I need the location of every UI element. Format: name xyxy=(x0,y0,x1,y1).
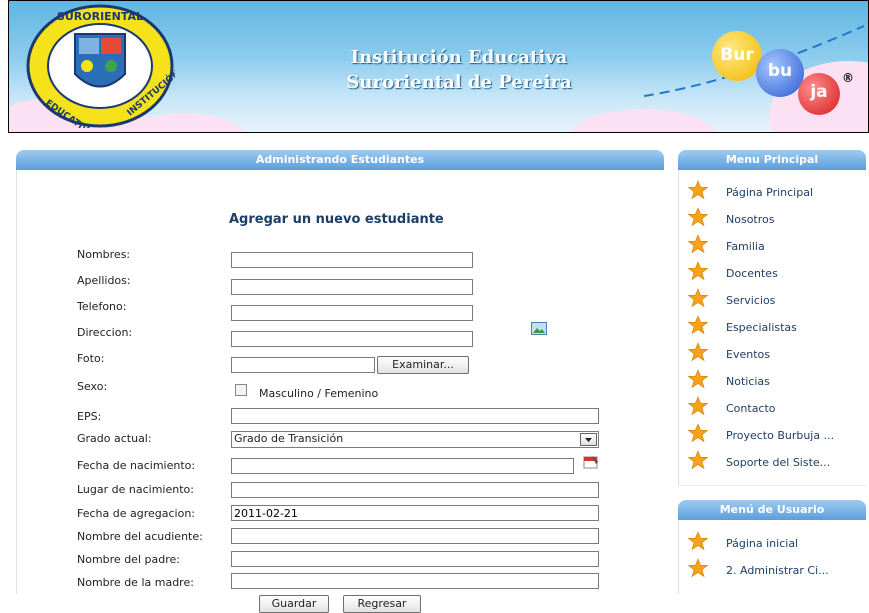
label-madre: Nombre de la madre: xyxy=(77,576,194,589)
foto-file-input[interactable] xyxy=(231,357,375,373)
menu-item-label: Soporte del Siste... xyxy=(726,456,831,469)
menu-item-soporte[interactable]: Soporte del Siste... xyxy=(679,449,866,476)
regresar-button[interactable]: Regresar xyxy=(343,595,421,613)
acudiente-input[interactable] xyxy=(231,528,599,544)
user-menu-item-administrar[interactable]: 2. Administrar Ci... xyxy=(679,557,866,584)
star-icon xyxy=(687,558,709,578)
fecha-nacimiento-input[interactable] xyxy=(231,458,574,474)
logo-text-top: SURORIENTAL xyxy=(57,10,143,23)
menu-item-nosotros[interactable]: Nosotros xyxy=(679,206,866,233)
brand-bubble-red: ja xyxy=(798,73,840,115)
menu-item-label: Página inicial xyxy=(726,537,799,550)
main-panel: Administrando Estudiantes Agregar un nue… xyxy=(16,150,664,613)
apellidos-input[interactable] xyxy=(231,279,473,295)
eps-input[interactable] xyxy=(231,408,599,424)
star-icon xyxy=(687,261,709,281)
menu-item-label: Noticias xyxy=(726,375,770,388)
star-icon xyxy=(687,369,709,389)
star-icon xyxy=(687,423,709,443)
user-menu-list: Página inicial 2. Administrar Ci... xyxy=(678,520,866,594)
lugar-nacimiento-input[interactable] xyxy=(231,482,599,498)
label-direccion: Direccion: xyxy=(77,326,133,339)
star-icon xyxy=(687,315,709,335)
label-eps: EPS: xyxy=(77,410,102,423)
star-icon xyxy=(687,288,709,308)
chevron-down-icon[interactable] xyxy=(580,433,597,446)
grado-select[interactable]: Grado de Transición xyxy=(231,431,599,448)
label-fecha-agregacion: Fecha de agregacion: xyxy=(77,507,196,520)
user-menu-title: Menú de Usuario xyxy=(678,500,866,520)
star-icon xyxy=(687,396,709,416)
site-header: SURORIENTAL EDUCATIVA INSTITUCIÓN Instit… xyxy=(8,0,869,133)
label-telefono: Telefono: xyxy=(77,300,127,313)
direccion-input[interactable] xyxy=(231,331,473,347)
label-acudiente: Nombre del acudiente: xyxy=(77,530,203,543)
site-title-line2: Suroriental de Pereira xyxy=(346,72,572,93)
padre-input[interactable] xyxy=(231,551,599,567)
label-foto: Foto: xyxy=(77,352,105,365)
menu-item-servicios[interactable]: Servicios xyxy=(679,287,866,314)
image-preview-icon xyxy=(531,322,547,335)
star-icon xyxy=(687,180,709,200)
user-menu-item-pagina-inicial[interactable]: Página inicial xyxy=(679,530,866,557)
star-icon xyxy=(687,207,709,227)
star-icon xyxy=(687,531,709,551)
menu-item-label: Página Principal xyxy=(726,186,814,199)
madre-input[interactable] xyxy=(231,573,599,589)
menu-item-familia[interactable]: Familia xyxy=(679,233,866,260)
star-icon xyxy=(687,450,709,470)
main-menu-list: Página Principal Nosotros Familia Docent… xyxy=(678,170,866,486)
menu-item-pagina-principal[interactable]: Página Principal xyxy=(679,179,866,206)
header-cloud xyxy=(569,109,719,132)
label-lugar-nacimiento: Lugar de nacimiento: xyxy=(77,483,194,496)
site-title: Institución Educativa Suroriental de Per… xyxy=(309,45,609,95)
examinar-button[interactable]: Examinar... xyxy=(377,356,469,374)
menu-item-eventos[interactable]: Eventos xyxy=(679,341,866,368)
label-fecha-nacimiento: Fecha de nacimiento: xyxy=(77,459,196,472)
menu-item-especialistas[interactable]: Especialistas xyxy=(679,314,866,341)
guardar-button[interactable]: Guardar xyxy=(259,595,329,613)
menu-item-label: Contacto xyxy=(726,402,776,415)
school-logo: SURORIENTAL EDUCATIVA INSTITUCIÓN xyxy=(26,4,175,128)
telefono-input[interactable] xyxy=(231,305,473,321)
menu-item-label: Servicios xyxy=(726,294,776,307)
fecha-agregacion-input[interactable] xyxy=(231,505,599,521)
menu-item-noticias[interactable]: Noticias xyxy=(679,368,866,395)
label-sexo: Sexo: xyxy=(77,380,108,393)
menu-item-label: 2. Administrar Ci... xyxy=(726,564,829,577)
brand-bubble-blue: bu xyxy=(756,49,804,97)
menu-item-label: Familia xyxy=(726,240,765,253)
menu-item-label: Eventos xyxy=(726,348,770,361)
form-title: Agregar un nuevo estudiante xyxy=(229,212,444,227)
grado-select-value: Grado de Transición xyxy=(234,432,344,445)
menu-item-proyecto-burbuja[interactable]: Proyecto Burbuja ... xyxy=(679,422,866,449)
brand-registered-mark: ® xyxy=(842,71,854,85)
label-nombres: Nombres: xyxy=(77,248,131,261)
sexo-checkbox[interactable] xyxy=(235,384,247,396)
menu-item-label: Docentes xyxy=(726,267,778,280)
menu-item-label: Proyecto Burbuja ... xyxy=(726,429,835,442)
student-form: Agregar un nuevo estudiante Nombres: Ape… xyxy=(16,170,664,613)
main-menu-title: Menu Principal xyxy=(678,150,866,170)
menu-item-label: Especialistas xyxy=(726,321,797,334)
menu-item-label: Nosotros xyxy=(726,213,775,226)
label-apellidos: Apellidos: xyxy=(77,274,131,287)
menu-item-docentes[interactable]: Docentes xyxy=(679,260,866,287)
sexo-option-label: Masculino / Femenino xyxy=(259,387,379,400)
nombres-input[interactable] xyxy=(231,252,473,268)
calendar-icon[interactable] xyxy=(583,454,599,470)
menu-item-contacto[interactable]: Contacto xyxy=(679,395,866,422)
user-menu: Menú de Usuario Página inicial 2. Admini… xyxy=(678,500,866,594)
main-menu: Menu Principal Página Principal Nosotros… xyxy=(678,150,866,486)
label-grado: Grado actual: xyxy=(77,432,152,445)
star-icon xyxy=(687,342,709,362)
site-title-line1: Institución Educativa xyxy=(350,47,568,68)
main-panel-title: Administrando Estudiantes xyxy=(16,150,664,170)
label-padre: Nombre del padre: xyxy=(77,553,180,566)
star-icon xyxy=(687,234,709,254)
brand-bubble-yellow: Bur xyxy=(712,31,762,81)
